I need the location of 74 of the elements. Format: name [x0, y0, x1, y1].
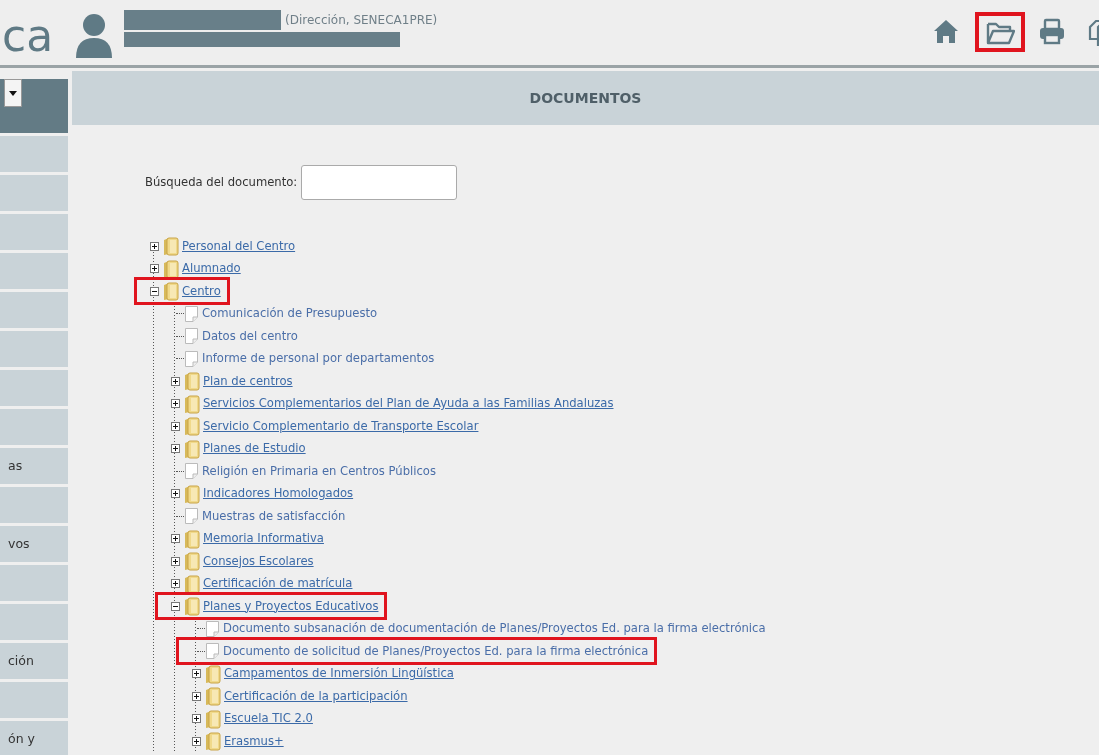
- tree-item[interactable]: Comunicación de Presupuesto: [202, 305, 378, 323]
- expand-icon[interactable]: [170, 399, 180, 409]
- folder-icon: [163, 281, 179, 302]
- document-icon: [184, 349, 199, 368]
- tree-link[interactable]: Certificación de la participación: [224, 687, 408, 705]
- folder-icon: [184, 551, 200, 572]
- dropdown-button[interactable]: [4, 79, 22, 107]
- folder-icon: [184, 416, 200, 437]
- expand-icon[interactable]: [191, 691, 201, 701]
- folder-icon: [205, 663, 221, 684]
- expand-icon[interactable]: [191, 669, 201, 679]
- expand-icon[interactable]: [170, 444, 180, 454]
- folder-icon: [184, 438, 200, 459]
- logo-text: ca: [2, 14, 54, 58]
- tree-link[interactable]: Centro: [182, 282, 221, 300]
- caret-icon: [9, 90, 17, 96]
- folder-icon: [163, 258, 179, 279]
- expand-icon[interactable]: [191, 736, 201, 746]
- folder-icon: [205, 686, 221, 707]
- tree-item[interactable]: Datos del centro: [202, 327, 298, 345]
- expand-icon[interactable]: [149, 264, 159, 274]
- expand-icon[interactable]: [170, 376, 180, 386]
- folder-icon: [184, 596, 200, 617]
- tree-item[interactable]: Muestras de satisfacción: [202, 507, 346, 525]
- tree-link[interactable]: Memoria Informativa: [203, 530, 324, 548]
- collapse-icon[interactable]: [149, 286, 159, 296]
- tree-item[interactable]: Informe de personal por departamentos: [202, 350, 435, 368]
- search-label: Búsqueda del documento:: [145, 173, 298, 191]
- folder-icon: [184, 483, 200, 504]
- search-field[interactable]: [301, 165, 458, 200]
- expand-icon[interactable]: [170, 556, 180, 566]
- folder-icon: [205, 731, 221, 752]
- expand-icon[interactable]: [170, 579, 180, 589]
- tree-link[interactable]: Campamentos de Inmersión Lingüística: [224, 665, 454, 683]
- collapse-icon[interactable]: [170, 601, 180, 611]
- expand-icon[interactable]: [170, 534, 180, 544]
- tree-link[interactable]: Plan de centros: [203, 372, 293, 390]
- document-icon: [205, 642, 220, 661]
- folder-icon: [184, 528, 200, 549]
- folder-icon: [163, 236, 179, 257]
- folder-icon: [184, 573, 200, 594]
- sidebar-item[interactable]: vos: [0, 526, 68, 562]
- tree-item[interactable]: Documento subsanación de documentación de Planes/Proyectos Ed. para la firma electrónica: [223, 620, 766, 638]
- expand-icon[interactable]: [149, 241, 159, 251]
- expand-icon[interactable]: [170, 489, 180, 499]
- sidebar-item[interactable]: as: [0, 448, 68, 484]
- tree-link[interactable]: Personal del Centro: [182, 237, 296, 255]
- tree-link[interactable]: Alumnado: [182, 260, 241, 278]
- tree-link[interactable]: Planes de Estudio: [203, 440, 306, 458]
- user-avatar-icon: [74, 12, 114, 58]
- document-icon: [184, 304, 199, 323]
- folder-icon: [205, 708, 221, 729]
- sidebar-item[interactable]: ón y: [0, 721, 68, 755]
- document-icon: [184, 507, 199, 526]
- page-title: DOCUMENTOS: [529, 88, 642, 108]
- tree-item[interactable]: Religión en Primaria en Centros Públicos: [202, 462, 436, 480]
- sidebar-item[interactable]: ción: [0, 643, 68, 679]
- document-icon: [184, 327, 199, 346]
- tree-link[interactable]: Planes y Proyectos Educativos: [203, 597, 379, 615]
- tree-link[interactable]: Servicios Complementarios del Plan de Ayuda a las Familias Andaluzas: [203, 395, 614, 413]
- tree-link[interactable]: Consejos Escolares: [203, 552, 314, 570]
- folder-icon: [184, 371, 200, 392]
- user-role: (Dirección, SENECA1PRE): [285, 12, 438, 29]
- tree-link[interactable]: Servicio Complementario de Transporte Escolar: [203, 417, 479, 435]
- document-icon: [205, 619, 220, 638]
- tree-link[interactable]: Certificación de matrícula: [203, 575, 353, 593]
- tree-link[interactable]: Escuela TIC 2.0: [224, 710, 313, 728]
- folder-icon: [184, 393, 200, 414]
- tree-item[interactable]: Documento de solicitud de Planes/Proyectos Ed. para la firma electrónica: [223, 642, 649, 660]
- expand-icon[interactable]: [170, 421, 180, 431]
- tree-link[interactable]: Erasmus+: [224, 732, 284, 750]
- tree-link[interactable]: Indicadores Homologados: [203, 485, 354, 503]
- expand-icon[interactable]: [191, 714, 201, 724]
- document-icon: [184, 462, 199, 481]
